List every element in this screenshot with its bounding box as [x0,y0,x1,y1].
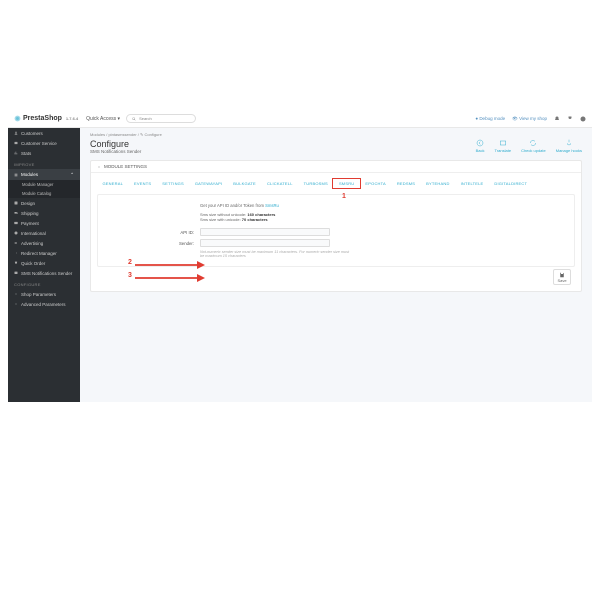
bell-icon[interactable] [554,116,560,122]
api-id-label: API ID: [110,230,200,235]
sender-hint: Not-numeric sender size must be maximum … [200,250,350,258]
avatar-icon[interactable] [580,116,586,122]
api-hint: Get your API ID and/or Token from SmsRu [200,203,562,208]
tab-epochta[interactable]: EPOCHTA [360,179,391,188]
sidebar-item-redirect[interactable]: Redirect Manager [8,248,80,258]
sidebar-item-quick-order[interactable]: Quick Order [8,258,80,268]
sidebar-item-design[interactable]: Design [8,198,80,208]
sidebar-item-stats[interactable]: Stats [8,148,80,158]
quick-access[interactable]: Quick Access ▾ [86,116,120,122]
sidebar-sub-module-manager[interactable]: Module Manager [8,180,80,189]
tabs: GENERALEVENTSSETTINGSGATEWAYAPIBULKGATEC… [91,173,581,188]
sidebar-item-customers[interactable]: Customers [8,128,80,138]
tab-general[interactable]: GENERAL [97,179,129,188]
page-subtitle: SMS Notifications Sender [90,149,141,154]
tab-inteltele[interactable]: INTELTELE [455,179,489,188]
gear-icon [97,165,101,169]
topbar-right: ● Debug mode 👁 View my shop [475,116,586,122]
sidebar-item-sms[interactable]: SMS Notifications Sender [8,268,80,278]
tab-content: Get your API ID and/or Token from SmsRu … [97,194,575,267]
breadcrumb: Modules / pintasmssender / ✎ Configure [80,128,592,137]
api-id-input[interactable] [200,228,330,236]
manage-hooks-button[interactable]: Manage hooks [556,139,582,153]
view-shop-link[interactable]: 👁 View my shop [512,116,547,122]
tab-bulkgate[interactable]: BULKGATE [228,179,262,188]
sidebar-item-payment[interactable]: Payment [8,218,80,228]
tab-smsru[interactable]: SMSRU [333,179,359,188]
sidebar-item-international[interactable]: International [8,228,80,238]
sidebar-item-modules[interactable]: Modules⌃ [8,169,80,180]
translate-button[interactable]: Translate [495,139,512,153]
tab-turbosms[interactable]: TURBOSMS [298,179,333,188]
search-input[interactable]: Search [126,114,196,123]
sender-label: Sender: [110,241,200,246]
search-placeholder: Search [139,116,152,121]
sidebar-item-adv-params[interactable]: Advanced Parameters [8,299,80,309]
settings-panel: MODULE SETTINGS GENERALEVENTSSETTINGSGAT… [90,160,582,292]
tab-redsms[interactable]: REDSMS [391,179,420,188]
sidebar-item-advertising[interactable]: Advertising [8,238,80,248]
section-configure: CONFIGURE [8,278,80,289]
brand-text: PrestaShop [23,115,62,122]
tab-events[interactable]: EVENTS [129,179,157,188]
tab-digitaldirect[interactable]: DIGITALDIRECT [489,179,533,188]
page-title: Configure [90,139,141,149]
size-hint: Sms size without unicode: 160 characters… [200,212,562,222]
check-update-button[interactable]: Check update [521,139,546,153]
trophy-icon[interactable] [567,116,573,122]
section-improve: IMPROVE [8,158,80,169]
smsru-link[interactable]: SmsRu [265,203,279,208]
sender-input[interactable] [200,239,330,247]
header-actions: Back Translate Check update Manage hooks [476,139,582,153]
tab-settings[interactable]: SETTINGS [157,179,190,188]
save-button[interactable]: Save [553,269,571,285]
sidebar-item-shipping[interactable]: Shipping [8,208,80,218]
tab-bytehand[interactable]: BYTEHAND [421,179,455,188]
debug-link[interactable]: ● Debug mode [475,116,505,121]
topbar: PrestaShop 1.7.6.4 Quick Access ▾ Search… [8,110,592,128]
sidebar-sub-module-catalog[interactable]: Module Catalog [8,189,80,198]
sidebar: Customers Customer Service Stats IMPROVE… [8,110,80,402]
tab-clickatell[interactable]: CLICKATELL [261,179,298,188]
version: 1.7.6.4 [66,116,78,121]
back-button[interactable]: Back [476,139,485,153]
main: Modules / pintasmssender / ✎ Configure C… [80,110,592,402]
sidebar-item-shop-params[interactable]: Shop Parameters [8,289,80,299]
sidebar-item-customer-service[interactable]: Customer Service [8,138,80,148]
tab-gatewayapi[interactable]: GATEWAYAPI [189,179,227,188]
panel-header: MODULE SETTINGS [91,161,581,173]
brand: PrestaShop 1.7.6.4 [14,115,78,122]
